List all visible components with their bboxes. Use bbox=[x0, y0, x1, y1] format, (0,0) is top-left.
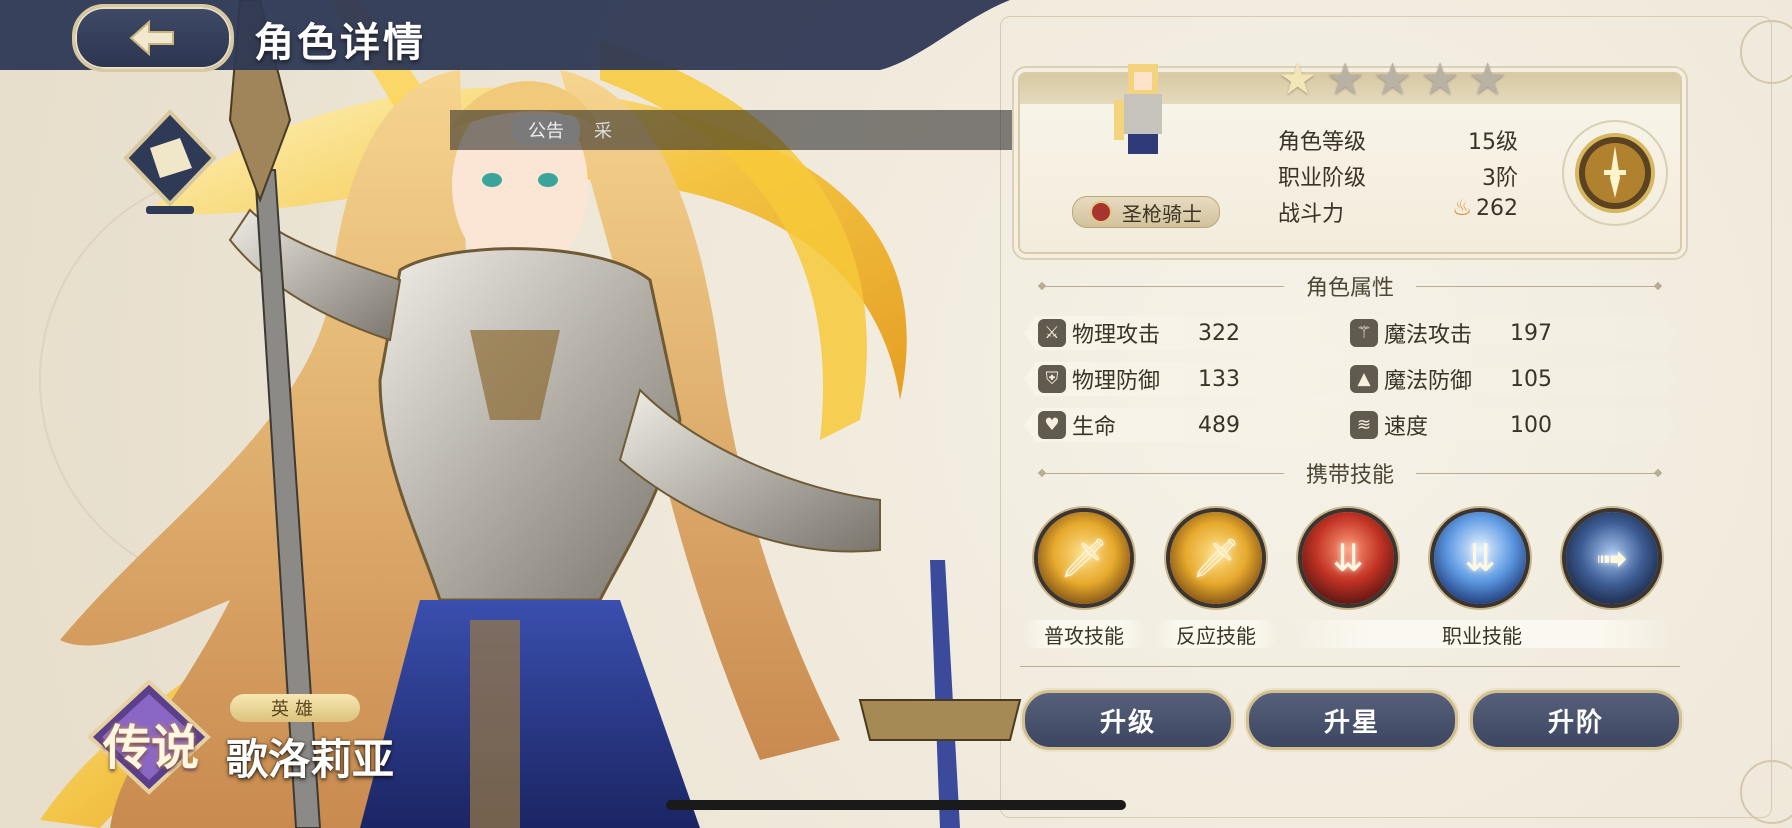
star-icon: ★ bbox=[1467, 54, 1508, 105]
skill-reaction[interactable]: 🗡 bbox=[1170, 512, 1262, 604]
character-sprite bbox=[1114, 64, 1162, 154]
announcement-bar[interactable]: 公告 采 bbox=[450, 110, 1030, 150]
star-icon: ★ bbox=[1420, 54, 1460, 105]
attr-name: 物理攻击 bbox=[1072, 323, 1161, 348]
skill-class-2[interactable]: ⇊ bbox=[1434, 512, 1526, 604]
attr-name: 魔法防御 bbox=[1384, 369, 1473, 394]
info-row-rank: 职业阶级 3阶 bbox=[1278, 160, 1518, 192]
flame-icon: ♨ bbox=[1452, 196, 1472, 221]
star-icon: ★ bbox=[1372, 54, 1413, 105]
attr-value: 133 bbox=[1198, 366, 1240, 392]
wand-icon: ⚚ bbox=[1350, 319, 1378, 347]
wing-icon: ≋ bbox=[1350, 411, 1378, 439]
attr-name: 生命 bbox=[1072, 415, 1117, 440]
header-line bbox=[1042, 472, 1284, 474]
back-arrow-icon bbox=[129, 19, 174, 57]
attr-name: 速度 bbox=[1384, 415, 1429, 440]
info-value: 15级 bbox=[1468, 130, 1518, 155]
back-button[interactable] bbox=[72, 4, 234, 72]
attr-physical-defense: ⛨ 物理防御 133 bbox=[1038, 362, 1278, 396]
shield-icon: ⛨ bbox=[1038, 365, 1066, 393]
announcement-tag: 公告 bbox=[512, 115, 580, 145]
announcement-text: 采 bbox=[594, 121, 612, 142]
character-detail-screen: 角色详情 公告 采 ★ ★ ★ ★ ★ 圣枪骑士 角色等级 15级 职业阶级 3… bbox=[0, 0, 1792, 828]
star-up-button[interactable]: 升星 bbox=[1246, 690, 1458, 750]
hat-icon: ▲ bbox=[1350, 365, 1378, 393]
attributes-title: 角色属性 bbox=[1306, 276, 1395, 301]
attr-value: 100 bbox=[1510, 412, 1552, 438]
heart-icon: ♥ bbox=[1038, 411, 1066, 439]
dagger-icon: 🗡 bbox=[1059, 535, 1109, 580]
info-value-wrap: ♨ 262 bbox=[1452, 196, 1518, 228]
star-rating: ★ ★ ★ ★ ★ bbox=[1278, 58, 1507, 102]
attr-value: 105 bbox=[1510, 366, 1552, 392]
header-line bbox=[1416, 472, 1659, 474]
attr-name: 物理防御 bbox=[1072, 369, 1161, 394]
falling-strike-icon: ⇊ bbox=[1332, 536, 1364, 580]
attr-magic-defense: ▲ 魔法防御 105 bbox=[1350, 362, 1590, 396]
hero-type-tag: 英雄 bbox=[230, 694, 360, 722]
info-row-level: 角色等级 15级 bbox=[1278, 124, 1518, 156]
skills-title: 携带技能 bbox=[1306, 463, 1395, 488]
attr-value: 322 bbox=[1198, 320, 1240, 346]
info-label: 角色等级 bbox=[1278, 130, 1367, 155]
attributes-header: 角色属性 bbox=[1020, 271, 1680, 301]
home-indicator[interactable] bbox=[666, 800, 1126, 810]
info-value: 262 bbox=[1476, 196, 1518, 221]
dash-icon: ➟ bbox=[1596, 536, 1628, 580]
sword-icon: ⚔ bbox=[1038, 319, 1066, 347]
class-tag: 圣枪骑士 bbox=[1072, 196, 1220, 228]
top-bar: 角色详情 bbox=[0, 0, 1010, 72]
attr-value: 197 bbox=[1510, 320, 1552, 346]
info-value: 3阶 bbox=[1482, 166, 1518, 191]
dagger-icon: 🗡 bbox=[1191, 535, 1241, 580]
skill-label-class: 职业技能 bbox=[1290, 620, 1674, 648]
attr-name: 魔法攻击 bbox=[1384, 323, 1473, 348]
attr-value: 489 bbox=[1198, 412, 1240, 438]
skill-label-reaction: 反应技能 bbox=[1154, 620, 1278, 648]
info-label: 职业阶级 bbox=[1278, 166, 1367, 191]
skill-normal-attack[interactable]: 🗡 bbox=[1038, 512, 1130, 604]
star-icon: ★ bbox=[1278, 54, 1318, 105]
attr-hp: ♥ 生命 489 bbox=[1038, 408, 1278, 442]
character-name: 歌洛莉亚 bbox=[226, 735, 395, 784]
header-line bbox=[1042, 285, 1284, 287]
rarity-label: 传说 bbox=[102, 720, 199, 776]
class-emblem-icon bbox=[123, 109, 217, 214]
skill-label-normal: 普攻技能 bbox=[1022, 620, 1146, 648]
class-gem-icon bbox=[1090, 201, 1112, 223]
upgrade-button[interactable]: 升级 bbox=[1022, 690, 1234, 750]
attr-speed: ≋ 速度 100 bbox=[1350, 408, 1590, 442]
class-medal-icon[interactable] bbox=[1560, 118, 1670, 228]
skill-class-1[interactable]: ⇊ bbox=[1302, 512, 1394, 604]
attr-physical-attack: ⚔ 物理攻击 322 bbox=[1038, 316, 1278, 350]
rank-up-button[interactable]: 升阶 bbox=[1470, 690, 1682, 750]
falling-strike-icon: ⇊ bbox=[1464, 536, 1496, 580]
class-name: 圣枪骑士 bbox=[1122, 201, 1202, 226]
header-line bbox=[1416, 285, 1659, 287]
attr-magic-attack: ⚚ 魔法攻击 197 bbox=[1350, 316, 1590, 350]
skills-header: 携带技能 bbox=[1020, 458, 1680, 488]
info-label: 战斗力 bbox=[1278, 202, 1345, 227]
info-row-power: 战斗力 ♨ 262 bbox=[1278, 196, 1518, 228]
divider bbox=[1020, 666, 1680, 667]
skill-class-3[interactable]: ➟ bbox=[1566, 512, 1658, 604]
star-icon: ★ bbox=[1325, 54, 1365, 105]
page-title: 角色详情 bbox=[254, 20, 426, 66]
